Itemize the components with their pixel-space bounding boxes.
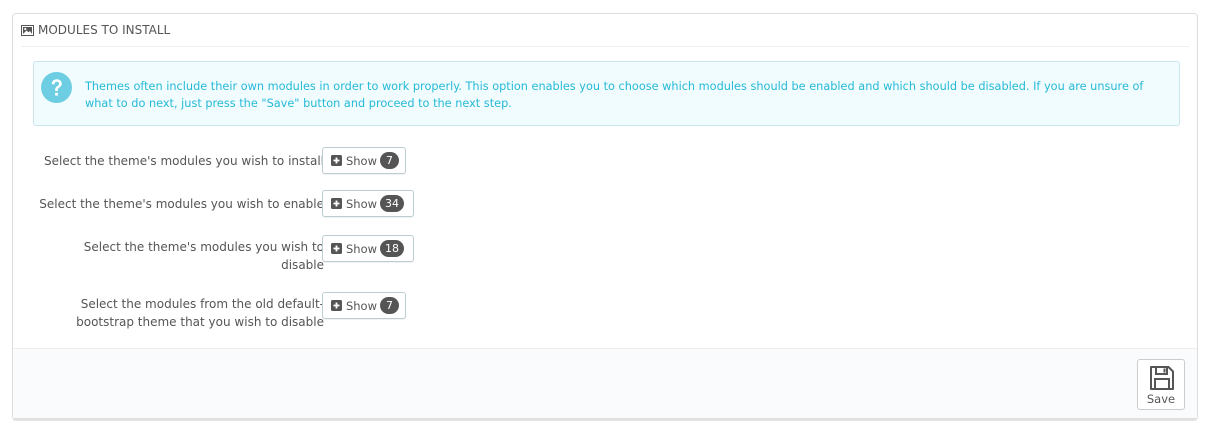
save-label: Save bbox=[1146, 392, 1176, 406]
plus-square-icon bbox=[331, 198, 342, 209]
form-row-disable: Select the theme's modules you wish to d… bbox=[33, 235, 613, 275]
count-badge: 34 bbox=[380, 195, 405, 212]
question-circle-icon bbox=[41, 72, 72, 103]
show-label: Show bbox=[346, 196, 378, 211]
show-label: Show bbox=[345, 153, 377, 168]
show-label: Show bbox=[346, 241, 378, 256]
panel-footer: Save bbox=[13, 348, 1197, 418]
enable-modules-label: Select the theme's modules you wish to e… bbox=[39, 197, 324, 211]
disable-modules-label: Select the theme's modules you wish to d… bbox=[83, 240, 324, 272]
floppy-disk-icon bbox=[1150, 366, 1174, 390]
form-row-enable: Select the theme's modules you wish to e… bbox=[33, 190, 613, 218]
save-button[interactable]: Save bbox=[1137, 359, 1185, 410]
form-row-install: Select the theme's modules you wish to i… bbox=[33, 147, 613, 175]
show-disable-modules-button[interactable]: Show 18 bbox=[322, 235, 414, 262]
panel-title: MODULES TO INSTALL bbox=[38, 23, 171, 37]
show-old-theme-modules-button[interactable]: Show 7 bbox=[322, 292, 406, 319]
picture-icon bbox=[21, 24, 34, 36]
plus-square-icon bbox=[331, 300, 342, 311]
count-badge: 7 bbox=[380, 297, 399, 314]
count-badge: 7 bbox=[380, 152, 399, 169]
panel-heading: MODULES TO INSTALL bbox=[21, 14, 1189, 47]
form-row-old-theme-disable: Select the modules from the old default-… bbox=[33, 292, 613, 332]
show-install-modules-button[interactable]: Show 7 bbox=[322, 147, 406, 174]
count-badge: 18 bbox=[380, 240, 405, 257]
alert-text: Themes often include their own modules i… bbox=[85, 80, 1144, 110]
plus-square-icon bbox=[331, 243, 342, 254]
modules-to-install-panel: MODULES TO INSTALL Themes often include … bbox=[12, 13, 1198, 419]
plus-square-icon bbox=[331, 155, 342, 166]
info-alert: Themes often include their own modules i… bbox=[33, 61, 1180, 126]
show-enable-modules-button[interactable]: Show 34 bbox=[322, 190, 414, 217]
show-label: Show bbox=[345, 298, 377, 313]
old-theme-disable-label: Select the modules from the old default-… bbox=[76, 297, 324, 329]
install-modules-label: Select the theme's modules you wish to i… bbox=[44, 154, 324, 168]
